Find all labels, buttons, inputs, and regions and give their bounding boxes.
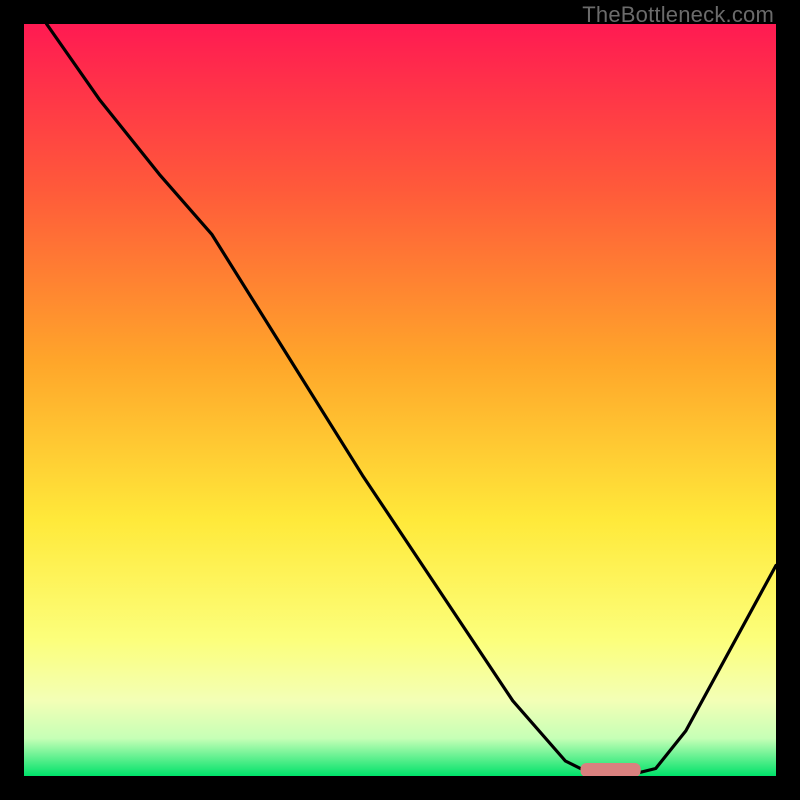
- watermark-text: TheBottleneck.com: [582, 2, 774, 28]
- bottleneck-chart: [24, 24, 776, 776]
- chart-frame: [24, 24, 776, 776]
- chart-background: [24, 24, 776, 776]
- bottleneck-marker: [581, 763, 641, 776]
